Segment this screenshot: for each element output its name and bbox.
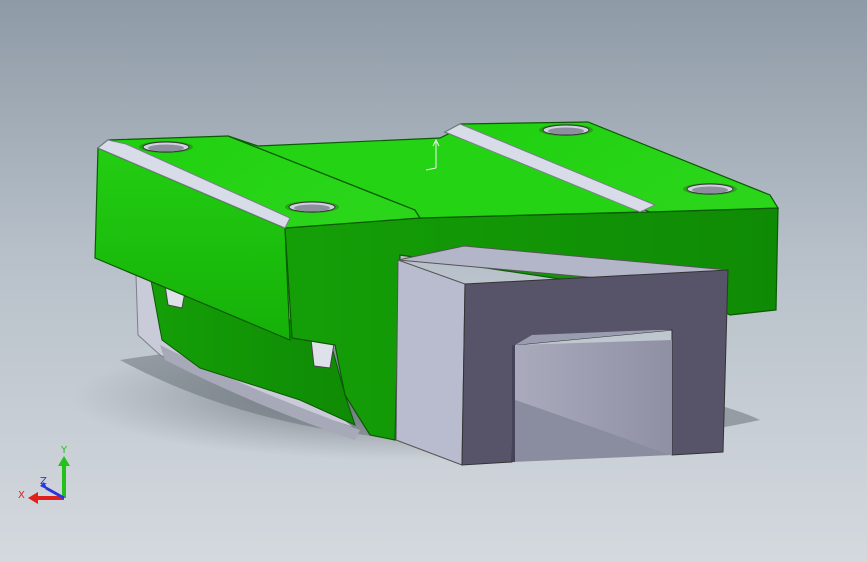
model-scene[interactable]: Y X Z bbox=[0, 0, 867, 562]
coordinate-triad-icon[interactable]: Y X Z bbox=[18, 445, 70, 504]
triad-x-label: X bbox=[18, 490, 25, 501]
cad-graphics-viewport[interactable]: Y X Z bbox=[0, 0, 867, 562]
triad-y-label: Y bbox=[60, 445, 68, 456]
guide-rail bbox=[395, 245, 729, 466]
triad-z-label: Z bbox=[40, 476, 47, 487]
